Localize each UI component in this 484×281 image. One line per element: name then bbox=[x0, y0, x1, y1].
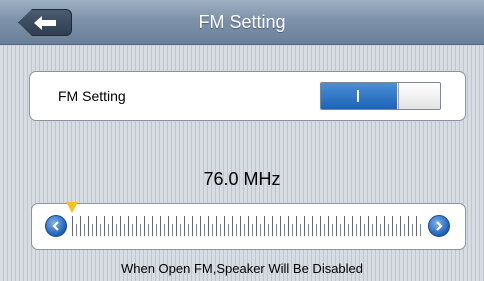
tune-down-button[interactable] bbox=[45, 215, 67, 237]
title-bar: FM Setting bbox=[0, 0, 484, 45]
speaker-warning-note: When Open FM,Speaker Will Be Disabled bbox=[120, 261, 364, 276]
tune-up-button[interactable] bbox=[428, 215, 450, 237]
scale-major-ticks bbox=[72, 216, 424, 236]
fm-toggle[interactable] bbox=[320, 82, 441, 110]
chevron-right-icon bbox=[436, 221, 443, 231]
frequency-marker[interactable] bbox=[66, 202, 78, 213]
fm-setting-row: FM Setting bbox=[29, 71, 466, 121]
frequency-readout: 76.0 MHz bbox=[203, 169, 281, 189]
frequency-slider-panel bbox=[31, 202, 466, 250]
page-title: FM Setting bbox=[198, 12, 286, 32]
toggle-on-mark bbox=[357, 90, 359, 102]
chevron-left-icon bbox=[52, 221, 59, 231]
fm-setting-label: FM Setting bbox=[58, 88, 126, 104]
toggle-off-segment bbox=[398, 83, 440, 109]
frequency-scale[interactable] bbox=[72, 216, 424, 236]
toggle-on-segment bbox=[321, 83, 397, 109]
